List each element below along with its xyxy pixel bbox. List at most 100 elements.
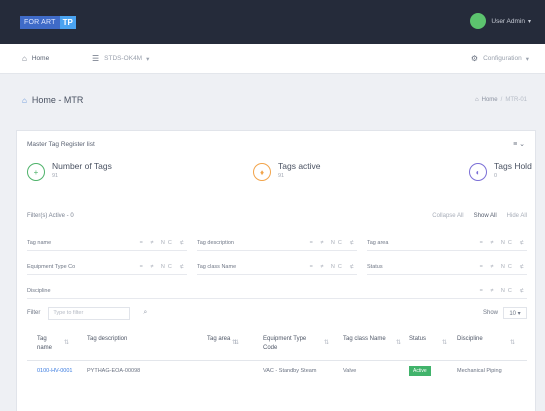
cell-tag-description: PYTHAG-EOA-00098 [87, 368, 141, 374]
cell-equipment-type: VAC - Standby Steam [263, 368, 317, 374]
stat-tags-hold: ◐ Tags Hold 0 [469, 161, 532, 181]
user-name: User Admin [491, 17, 525, 25]
page-header: ⌂ Home - MTR ⌂ Home / MTR-01 [0, 74, 545, 120]
sort-icon[interactable]: ⇅ [396, 339, 401, 348]
column-header-tag-name[interactable]: Tag name ⇅ [37, 335, 69, 353]
filter-operators[interactable]: = ≠ NC ⊄ [480, 240, 527, 246]
cell-tag-name[interactable]: 0100-HV-0001 [37, 367, 73, 375]
sort-icon[interactable]: ⇅ [64, 339, 69, 348]
home-icon: ⌂ [22, 95, 27, 105]
filter-tag-description[interactable]: Tag description = ≠ NC ⊄ [197, 235, 357, 251]
stat-number-of-tags: + Number of Tags 91 [27, 161, 112, 181]
filter-label: Discipline [27, 287, 51, 294]
breadcrumb-home[interactable]: Home [482, 97, 498, 103]
sort-icon[interactable]: ⇅ [324, 339, 329, 348]
column-header-label: Status [409, 336, 427, 342]
filter-tag-class-name[interactable]: Tag class Name = ≠ NC ⊄ [197, 259, 357, 275]
column-header-status[interactable]: Status ⇅ [409, 335, 447, 346]
filter-label: Filter [27, 310, 41, 316]
column-header-label: Equipment Type Code [263, 336, 307, 351]
column-header-label: Tag description [87, 336, 128, 342]
cell-status: Active [409, 366, 431, 376]
cell-tag-class: Valve [343, 368, 357, 374]
tag-register-card: Master Tag Register list ≡ ⌄ + Number of… [16, 130, 536, 411]
stat-tags-active: ♦ Tags active 91 [253, 161, 321, 181]
column-header-tag-area[interactable]: Tag area ⇅ [207, 335, 239, 346]
column-header-label: Tag class Name [343, 336, 386, 342]
nav-home[interactable]: ⌂ Home [22, 54, 49, 63]
collapse-all-link[interactable]: Collapse All [432, 213, 463, 219]
filter-status[interactable]: Status = ≠ NC ⊄ [367, 259, 527, 275]
table-row[interactable]: 0100-HV-0001 PYTHAG-EOA-00098 VAC - Stan… [27, 362, 527, 386]
grid-icon: ☰ [92, 54, 100, 63]
stat-value: 91 [278, 173, 285, 179]
filter-operators[interactable]: = ≠ NC ⊄ [310, 264, 357, 270]
column-header-label: Tag area [207, 336, 231, 342]
filter-operators[interactable]: = ≠ NC ⊄ [480, 288, 527, 294]
search-icon[interactable]: ⌕ [143, 309, 147, 317]
filter-discipline[interactable]: Discipline = ≠ NC ⊄ [27, 283, 527, 299]
logo-text: FOR ART [20, 16, 60, 29]
search-placeholder: Type to filter [53, 310, 84, 316]
filter-tag-name[interactable]: Tag name = ≠ NC ⊄ [27, 235, 187, 251]
filter-label: Tag description [197, 239, 234, 246]
filter-label: Tag area [367, 239, 389, 246]
pause-icon: ◐ [469, 163, 487, 181]
column-header-tag-description[interactable]: Tag description ⇅ [87, 335, 237, 346]
filter-operators[interactable]: = ≠ NC ⊄ [310, 240, 357, 246]
nav-home-label: Home [31, 55, 50, 62]
filter-label: Equipment Type Co [27, 263, 76, 270]
column-header-label: Tag name [37, 336, 53, 351]
nav-project[interactable]: ☰ STDS-OK4M ▾ [92, 54, 149, 63]
nav-configuration[interactable]: ⚙ Configuration ▾ [471, 54, 529, 63]
home-icon: ⌂ [22, 54, 27, 63]
filters-active-label: Filter(s) Active - 0 [27, 213, 74, 219]
tag-icon: ♦ [253, 163, 271, 181]
filter-label: Tag name [27, 239, 52, 246]
page-title: ⌂ Home - MTR [22, 95, 83, 105]
chevron-down-icon: ▾ [146, 55, 150, 63]
column-header-discipline[interactable]: Discipline ⇅ [457, 335, 515, 346]
sort-icon[interactable]: ⇅ [234, 339, 239, 348]
table-search-row: Filter Type to filter ⌕ Show 10 ▾ [27, 305, 527, 321]
show-label: Show [482, 310, 498, 316]
stat-label: Tags active [278, 161, 321, 171]
search-input[interactable]: Type to filter ⌕ [48, 306, 147, 320]
filter-label: Tag class Name [197, 263, 237, 270]
chevron-down-icon: ▾ [525, 55, 529, 63]
nav-bar: ⌂ Home ☰ STDS-OK4M ▾ ⚙ Configuration ▾ [0, 44, 545, 74]
hide-all-link[interactable]: Hide All [507, 213, 527, 219]
gear-icon: ⚙ [470, 54, 479, 63]
filter-label: Status [367, 263, 383, 270]
app-logo[interactable]: FOR ART TP [20, 16, 76, 29]
column-header-label: Discipline [457, 336, 483, 342]
stat-label: Tags Hold [494, 161, 532, 171]
card-menu-icon[interactable]: ≡ ⌄ [513, 140, 525, 148]
column-header-equipment-type-code[interactable]: Equipment Type Code ⇅ [263, 335, 329, 353]
status-badge: Active [409, 366, 431, 376]
breadcrumb: ⌂ Home / MTR-01 [475, 97, 527, 103]
avatar [470, 13, 487, 29]
top-bar: FOR ART TP User Admin ▾ [0, 0, 545, 44]
table-header: Tag name ⇅ Tag description ⇅ Tag area ⇅ Equ… [27, 331, 527, 361]
home-icon: ⌂ [475, 97, 479, 103]
filter-operators[interactable]: = ≠ NC ⊄ [140, 240, 187, 246]
filter-equipment-type[interactable]: Equipment Type Co = ≠ NC ⊄ [27, 259, 187, 275]
nav-project-label: STDS-OK4M [104, 55, 143, 62]
stat-value: 91 [52, 173, 59, 179]
sort-icon[interactable]: ⇅ [442, 339, 447, 348]
user-menu[interactable]: User Admin ▾ [470, 13, 531, 29]
show-all-link[interactable]: Show All [474, 213, 497, 219]
card-title: Master Tag Register list [27, 141, 95, 148]
column-header-tag-class-name[interactable]: Tag class Name ⇅ [343, 335, 401, 346]
cell-discipline: Mechanical Piping [457, 368, 502, 374]
nav-configuration-label: Configuration [483, 55, 522, 62]
stat-label: Number of Tags [52, 161, 112, 171]
filter-operators[interactable]: = ≠ NC ⊄ [480, 264, 527, 270]
filter-tag-area[interactable]: Tag area = ≠ NC ⊄ [367, 235, 527, 251]
sort-icon[interactable]: ⇅ [510, 339, 515, 348]
filter-operators[interactable]: = ≠ NC ⊄ [140, 264, 187, 270]
breadcrumb-current: MTR-01 [505, 97, 527, 103]
page-size-select[interactable]: 10 ▾ [503, 307, 527, 319]
breadcrumb-separator: / [500, 97, 503, 103]
